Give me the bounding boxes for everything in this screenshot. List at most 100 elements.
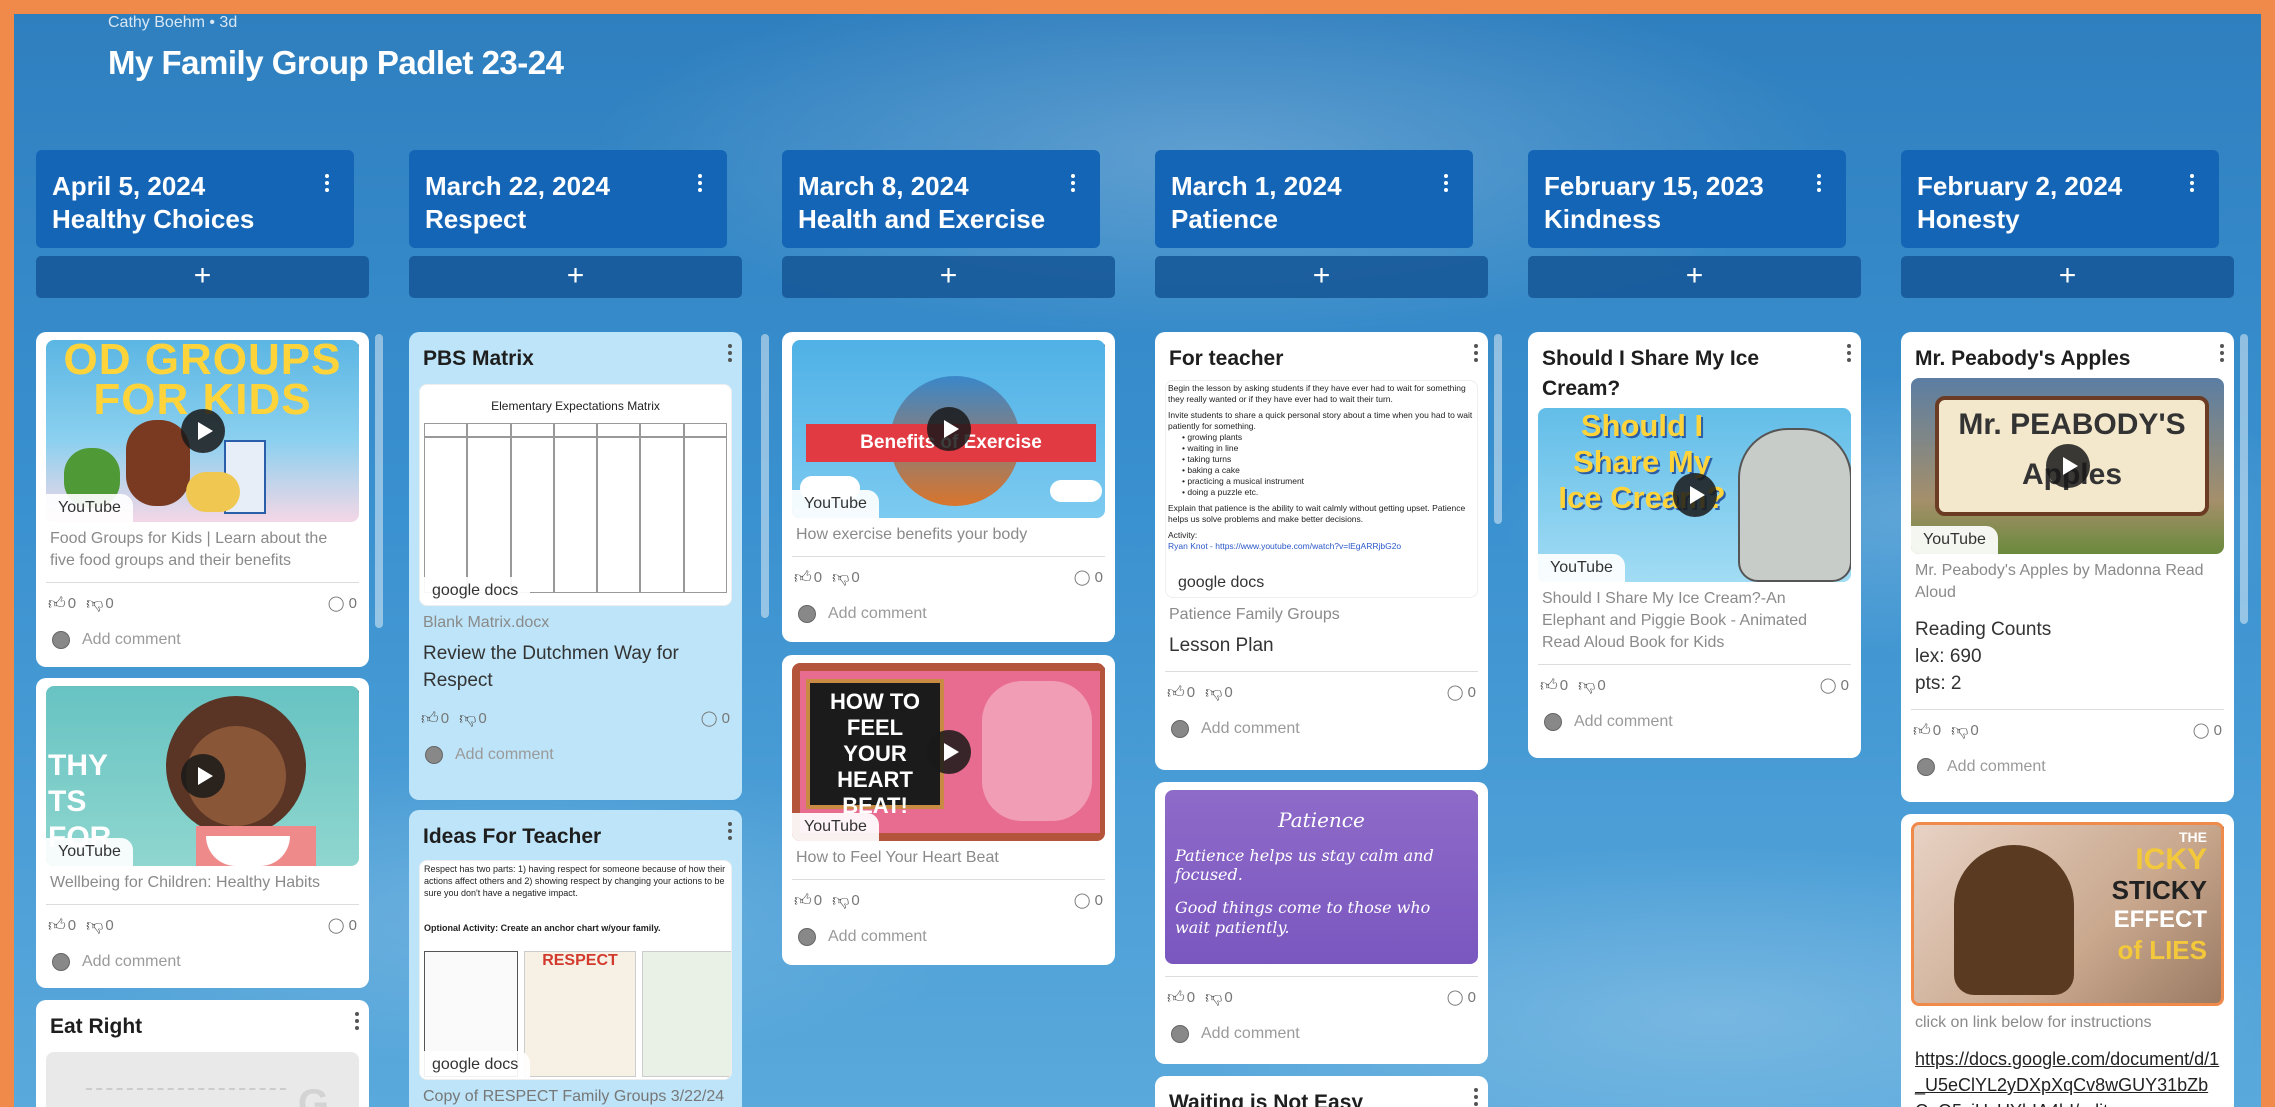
thumbs-up-icon[interactable]: 👍︎: [1913, 720, 1931, 741]
post-menu-icon[interactable]: [2220, 344, 2224, 362]
add-post-button[interactable]: +: [409, 256, 742, 298]
comment-icon[interactable]: ◯ 0: [328, 916, 357, 934]
add-post-button[interactable]: +: [1155, 256, 1488, 298]
dislike-count: 0: [105, 916, 114, 934]
video-thumbnail[interactable]: THY TS FOR YouTube: [46, 686, 359, 866]
thumbs-down-icon[interactable]: 👎︎: [1578, 675, 1595, 696]
play-icon[interactable]: [180, 754, 225, 798]
add-comment-label: Add comment: [1201, 720, 1300, 737]
column-scrollbar[interactable]: [1494, 334, 1502, 524]
add-post-button[interactable]: +: [1901, 256, 2234, 298]
post-menu-icon[interactable]: [1474, 1088, 1478, 1106]
add-post-button[interactable]: +: [36, 256, 369, 298]
thumbs-up-icon[interactable]: 👍︎: [794, 890, 812, 911]
play-icon[interactable]: [180, 409, 225, 453]
thumbs-up-icon[interactable]: 👍︎: [794, 567, 812, 588]
thumbs-down-icon[interactable]: 👎︎: [832, 890, 849, 911]
post-card[interactable]: HOW TO FEEL YOUR HEART BEAT! YouTube How…: [782, 655, 1115, 965]
source-badge: YouTube: [1538, 554, 1625, 582]
post-card[interactable]: Should I Share My Ice Cream? Should I Sh…: [1528, 332, 1861, 758]
document-preview[interactable]: Begin the lesson by asking students if t…: [1165, 380, 1478, 598]
comment-icon[interactable]: ◯ 0: [1447, 683, 1476, 701]
instructions-link[interactable]: https://docs.google.com/document/d/1_U5e…: [1911, 1042, 2224, 1107]
post-menu-icon[interactable]: [355, 1012, 359, 1030]
thumbs-up-icon[interactable]: 👍︎: [1167, 682, 1185, 703]
thumbs-up-icon[interactable]: 👍︎: [1540, 675, 1558, 696]
play-icon[interactable]: [2045, 444, 2090, 488]
post-card[interactable]: Mr. Peabody's Apples Mr. PEABODY'S Apple…: [1901, 332, 2234, 802]
post-card[interactable]: OD GROUPS FOR KIDS YouTube Food Groups f…: [36, 332, 369, 667]
column-menu-icon[interactable]: [2189, 174, 2195, 192]
add-post-button[interactable]: +: [1528, 256, 1861, 298]
link-preview-placeholder[interactable]: G: [46, 1052, 359, 1107]
comment-icon[interactable]: ◯ 0: [701, 709, 730, 727]
reaction-bar: 👍︎ 0 👎︎ 0 ◯ 0: [46, 583, 359, 623]
thumbs-down-icon[interactable]: 👎︎: [86, 915, 103, 936]
image-preview[interactable]: Patience Patience helps us stay calm and…: [1165, 790, 1478, 964]
video-thumbnail[interactable]: HOW TO FEEL YOUR HEART BEAT! YouTube: [792, 663, 1105, 841]
add-comment[interactable]: Add comment: [46, 623, 359, 657]
comment-icon[interactable]: ◯ 0: [1447, 988, 1476, 1006]
column-menu-icon[interactable]: [1443, 174, 1449, 192]
post-menu-icon[interactable]: [728, 822, 732, 840]
add-comment[interactable]: Add comment: [792, 597, 1105, 631]
document-preview[interactable]: Elementary Expectations Matrix google do…: [419, 384, 732, 606]
post-card[interactable]: THY TS FOR YouTube Wellbeing for Childre…: [36, 678, 369, 988]
post-menu-icon[interactable]: [1847, 344, 1851, 362]
column-scrollbar[interactable]: [375, 334, 383, 628]
thumbs-up-icon[interactable]: 👍︎: [48, 593, 66, 614]
play-icon[interactable]: [926, 407, 971, 451]
thumbs-down-icon[interactable]: 👎︎: [1205, 682, 1222, 703]
comment-icon[interactable]: ◯ 0: [2193, 721, 2222, 739]
thumbs-up-icon[interactable]: 👍︎: [48, 915, 66, 936]
thumbs-up-icon[interactable]: 👍︎: [1167, 987, 1185, 1008]
add-comment[interactable]: Add comment: [46, 945, 359, 979]
post-card[interactable]: Benefits of Exercise YouTube How exercis…: [782, 332, 1115, 642]
thumbs-down-icon[interactable]: 👎︎: [459, 708, 476, 729]
add-comment[interactable]: Add comment: [419, 738, 732, 772]
thumbs-up-icon[interactable]: 👍︎: [421, 708, 439, 729]
column-menu-icon[interactable]: [324, 174, 330, 192]
document-activity: Optional Activity: Create an anchor char…: [424, 923, 661, 933]
comment-icon[interactable]: ◯ 0: [1074, 568, 1103, 586]
add-comment[interactable]: Add comment: [792, 920, 1105, 954]
post-card[interactable]: Eat Right G: [36, 1000, 369, 1107]
video-thumbnail[interactable]: Should I Share My Ice Cream? YouTube: [1538, 408, 1851, 582]
post-card[interactable]: Ideas For Teacher Respect has two parts:…: [409, 810, 742, 1107]
post-card[interactable]: Waiting is Not Easy: [1155, 1076, 1488, 1107]
thumbs-down-icon[interactable]: 👎︎: [86, 593, 103, 614]
comment-icon[interactable]: ◯ 0: [1820, 676, 1849, 694]
add-comment[interactable]: Add comment: [1911, 750, 2224, 784]
add-comment[interactable]: Add comment: [1538, 705, 1851, 739]
video-thumbnail[interactable]: Benefits of Exercise YouTube: [792, 340, 1105, 518]
post-menu-icon[interactable]: [728, 344, 732, 362]
video-thumbnail[interactable]: Mr. PEABODY'S Apples YouTube: [1911, 378, 2224, 554]
like-count: 0: [813, 891, 823, 909]
column-scrollbar[interactable]: [2240, 334, 2248, 624]
column-scrollbar[interactable]: [761, 334, 769, 618]
source-badge: YouTube: [792, 490, 879, 518]
add-post-button[interactable]: +: [782, 256, 1115, 298]
post-card[interactable]: Patience Patience helps us stay calm and…: [1155, 782, 1488, 1064]
column-menu-icon[interactable]: [1816, 174, 1822, 192]
post-menu-icon[interactable]: [1474, 344, 1478, 362]
column-menu-icon[interactable]: [697, 174, 703, 192]
play-icon[interactable]: [1672, 473, 1717, 517]
add-comment[interactable]: Add comment: [1165, 1017, 1478, 1051]
post-card[interactable]: PBS Matrix Elementary Expectations Matri…: [409, 332, 742, 800]
add-comment[interactable]: Add comment: [1165, 712, 1478, 746]
post-card[interactable]: For teacher Begin the lesson by asking s…: [1155, 332, 1488, 770]
thumbs-down-icon[interactable]: 👎︎: [832, 567, 849, 588]
post-description: Patience Family Groups: [1169, 606, 1340, 623]
thumbs-down-icon[interactable]: 👎︎: [1205, 987, 1222, 1008]
comment-icon[interactable]: ◯ 0: [1074, 891, 1103, 909]
comment-icon[interactable]: ◯ 0: [328, 594, 357, 612]
play-icon[interactable]: [926, 730, 971, 774]
column-menu-icon[interactable]: [1070, 174, 1076, 192]
document-preview[interactable]: Respect has two parts: 1) having respect…: [419, 860, 732, 1080]
video-thumbnail[interactable]: OD GROUPS FOR KIDS YouTube: [46, 340, 359, 522]
post-card[interactable]: THE ICKY STICKY EFFECT of LIES click on …: [1901, 814, 2234, 1107]
image-preview[interactable]: THE ICKY STICKY EFFECT of LIES: [1911, 822, 2224, 1006]
comment-count: 0: [1467, 989, 1476, 1006]
thumbs-down-icon[interactable]: 👎︎: [1951, 720, 1968, 741]
